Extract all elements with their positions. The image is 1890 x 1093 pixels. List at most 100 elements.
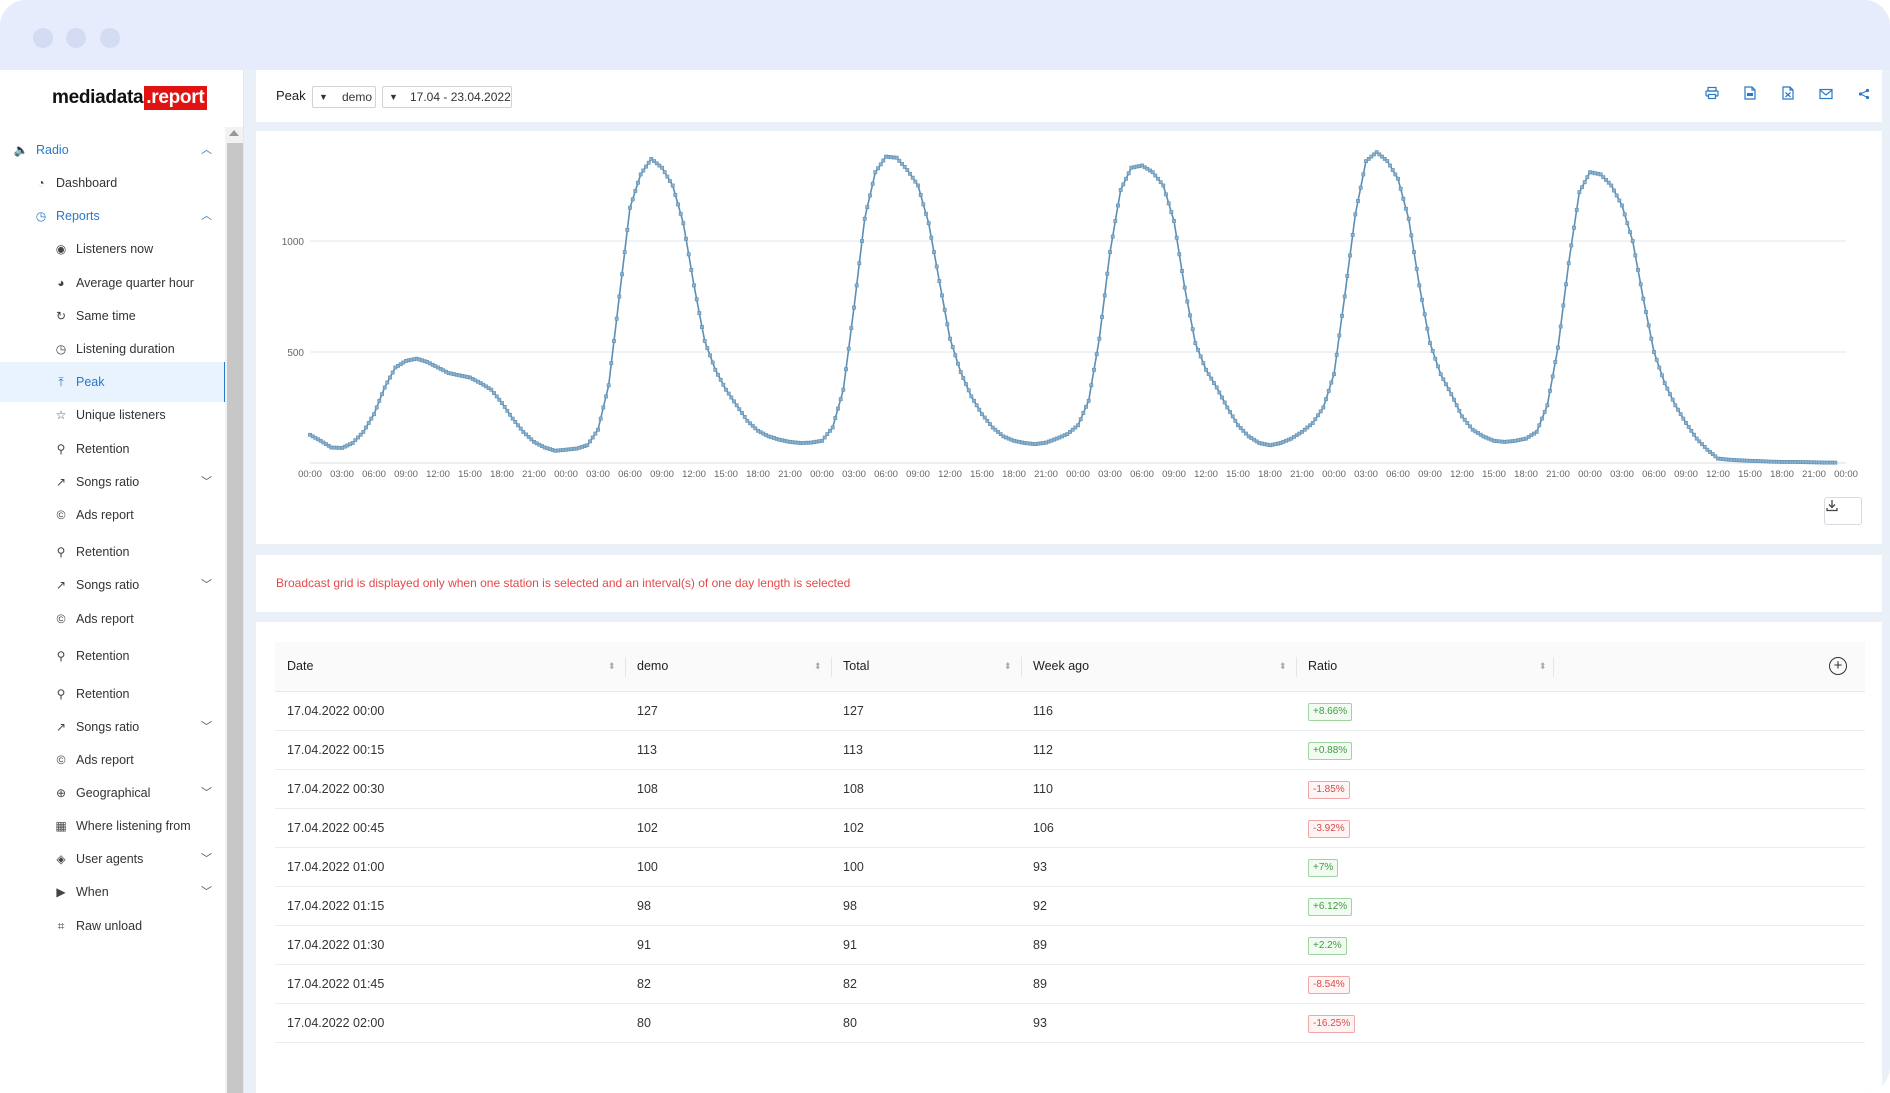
data-point [1436, 364, 1440, 369]
column-header-week-ago[interactable]: Week ago [1033, 642, 1089, 691]
cell-date: 17.04.2022 01:15 [287, 899, 385, 913]
data-point [1569, 243, 1574, 248]
column-separator[interactable] [831, 657, 832, 677]
data-point [1356, 199, 1360, 203]
sidebar-item-ads-report[interactable]: © Ads report [0, 495, 224, 535]
sidebar-item-label: Retention [76, 649, 130, 663]
x-tick-label: 18:00 [490, 469, 514, 480]
x-tick-label: 21:00 [1034, 469, 1058, 480]
cell-total: 127 [843, 704, 864, 718]
data-point [1076, 423, 1080, 428]
table-row[interactable]: 17.04.2022 02:00 80 80 93 -16.25% [275, 1004, 1865, 1043]
data-point [1614, 193, 1619, 198]
data-point [612, 339, 616, 343]
x-tick-label: 21:00 [1546, 469, 1570, 480]
cell-demo: 108 [637, 782, 658, 796]
mail-icon[interactable] [1818, 86, 1834, 106]
data-point [1206, 372, 1211, 377]
table-row[interactable]: 17.04.2022 00:45 102 102 106 -3.92% [275, 809, 1865, 848]
data-point [1420, 297, 1424, 302]
column-separator[interactable] [625, 657, 626, 677]
printer-icon[interactable] [1704, 86, 1720, 106]
table-row[interactable]: 17.04.2022 01:45 82 82 89 -8.54% [275, 965, 1865, 1004]
data-point [870, 181, 875, 186]
toolbar-actions [1704, 86, 1870, 106]
data-point [1342, 294, 1347, 299]
ratio-badge: -1.85% [1308, 781, 1350, 799]
data-point [502, 404, 507, 409]
cell-week-ago: 93 [1033, 1016, 1047, 1030]
data-point [1692, 432, 1696, 437]
logo[interactable]: mediadata .report [52, 84, 208, 112]
data-point [1110, 234, 1115, 239]
data-point [1572, 225, 1576, 230]
table-row[interactable]: 17.04.2022 01:15 98 98 92 +6.12% [275, 887, 1865, 926]
data-point [1233, 418, 1238, 423]
sort-icon[interactable]: ⬍ [1004, 642, 1012, 691]
column-header-demo[interactable]: demo [637, 642, 668, 691]
station-select[interactable]: ▼ demo [312, 86, 376, 108]
data-point [1534, 429, 1539, 434]
share-icon[interactable] [1856, 86, 1872, 106]
column-header-date[interactable]: Date [287, 642, 313, 691]
column-header-ratio[interactable]: Ratio [1308, 642, 1337, 691]
window-close-dot[interactable] [33, 28, 53, 48]
table-row[interactable]: 17.04.2022 00:00 127 127 116 +8.66% [275, 692, 1865, 731]
x-tick-label: 09:00 [906, 469, 930, 480]
sidebar-scroll-thumb[interactable] [227, 143, 243, 1093]
table-row[interactable]: 17.04.2022 01:30 91 91 89 +2.2% [275, 926, 1865, 965]
data-point [854, 283, 859, 288]
data-point [1326, 388, 1331, 393]
data-point [956, 361, 960, 366]
sidebar-item-retention[interactable]: ⚲ Retention [0, 636, 224, 676]
add-column-icon[interactable]: + [1829, 657, 1847, 675]
excel-file-icon[interactable] [1780, 86, 1796, 106]
data-point [1686, 424, 1691, 429]
column-header-label: Date [287, 659, 314, 673]
data-point [1124, 176, 1128, 181]
pdf-file-icon[interactable] [1742, 86, 1758, 106]
link-icon: ⚲ [56, 649, 66, 663]
chart-download-button[interactable] [1824, 497, 1862, 525]
column-header-total[interactable]: Total [843, 642, 869, 691]
data-point [670, 183, 675, 188]
data-point [1641, 296, 1646, 301]
column-separator[interactable] [1296, 657, 1297, 677]
cell-total: 108 [843, 782, 864, 796]
column-separator[interactable] [1021, 657, 1022, 677]
column-header-label: demo [637, 659, 669, 673]
column-header-label: Ratio [1308, 659, 1338, 673]
broadcast-grid-notice: Broadcast grid is displayed only when on… [256, 555, 1882, 612]
column-separator[interactable] [1553, 657, 1554, 677]
ratio-badge: -3.92% [1308, 820, 1350, 838]
window-minimize-dot[interactable] [66, 28, 86, 48]
table-row[interactable]: 17.04.2022 00:15 113 113 112 +0.88% [275, 731, 1865, 770]
sidebar-item-raw-unload[interactable]: ⌗ Raw unload [0, 906, 224, 946]
sort-icon[interactable]: ⬍ [1279, 642, 1287, 691]
data-point [1638, 282, 1643, 287]
data-point [1182, 285, 1187, 290]
sidebar-item-ads-report[interactable]: © Ads report [0, 599, 224, 639]
data-point [1649, 336, 1654, 341]
x-tick-label: 03:00 [1354, 469, 1378, 480]
window-maximize-dot[interactable] [100, 28, 120, 48]
data-point [1169, 210, 1174, 215]
table-row[interactable]: 17.04.2022 01:00 100 100 93 +7% [275, 848, 1865, 887]
x-tick-label: 00:00 [1322, 469, 1346, 480]
x-tick-label: 12:00 [1706, 469, 1730, 480]
data-point [601, 405, 606, 410]
x-tick-label: 15:00 [970, 469, 994, 480]
table-row[interactable]: 17.04.2022 00:30 108 108 110 -1.85% [275, 770, 1865, 809]
data-point [918, 192, 923, 197]
sort-icon[interactable]: ⬍ [1539, 642, 1547, 691]
data-point [1153, 173, 1158, 178]
sort-icon[interactable]: ⬍ [814, 642, 822, 691]
data-point [1094, 352, 1099, 357]
data-point [1318, 409, 1323, 414]
date-range-select[interactable]: ▼ 17.04 - 23.04.2022 [382, 86, 512, 108]
data-point [1332, 372, 1336, 377]
cell-week-ago: 92 [1033, 899, 1047, 913]
sort-icon[interactable]: ⬍ [608, 642, 616, 691]
data-point [1545, 403, 1550, 408]
scroll-up-arrow-icon[interactable] [229, 130, 239, 136]
